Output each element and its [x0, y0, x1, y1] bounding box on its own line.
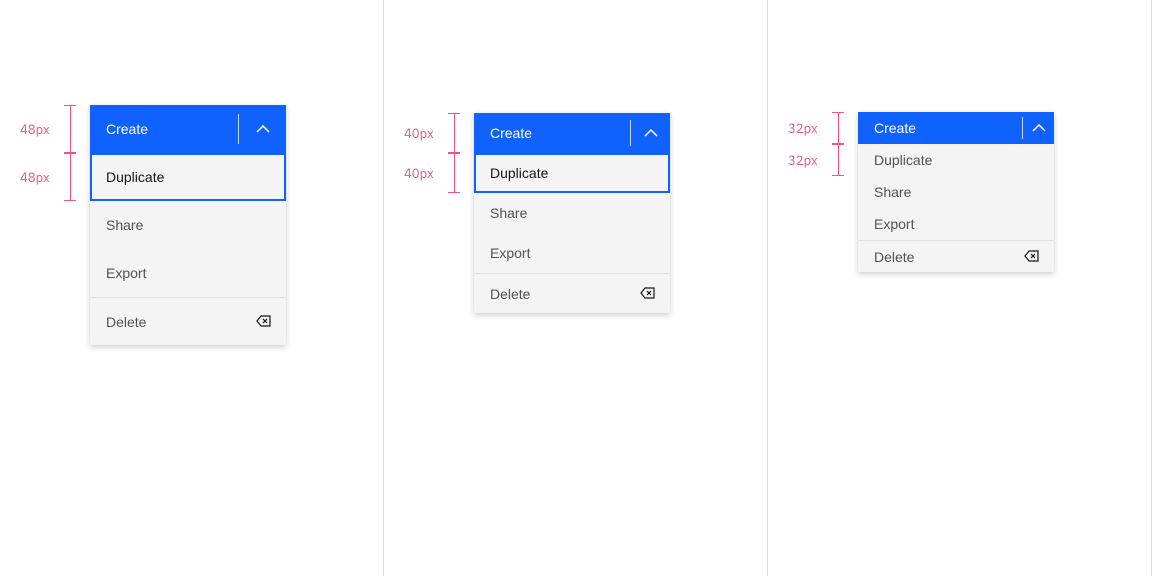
delete-icon	[1024, 249, 1040, 265]
size-variant-48: 48px 48px Create Duplicate Share	[0, 0, 384, 576]
chevron-up-icon	[1022, 117, 1054, 139]
menu: Duplicate Share Export Delete	[474, 153, 670, 313]
menu-item-label: Export	[106, 265, 146, 281]
menu-item-delete[interactable]: Delete	[90, 297, 286, 345]
create-button-label: Create	[858, 120, 916, 136]
menu-item-label: Export	[874, 216, 914, 232]
menu-item-label: Duplicate	[106, 169, 164, 185]
size-variant-32: 32px 32px Create Duplicate Share	[768, 0, 1152, 576]
menu-item-export[interactable]: Export	[474, 233, 670, 273]
menu-item-label: Delete	[874, 249, 914, 265]
menu-item-label: Delete	[490, 286, 530, 302]
create-button[interactable]: Create	[474, 113, 670, 153]
menu-item-duplicate[interactable]: Duplicate	[474, 153, 670, 193]
dimension-label: 48px	[20, 169, 50, 186]
menu-item-label: Duplicate	[490, 165, 548, 181]
menu-item-label: Duplicate	[874, 152, 932, 168]
menu: Duplicate Share Export Delete	[90, 153, 286, 345]
menu-item-label: Share	[106, 217, 143, 233]
menu-item-export[interactable]: Export	[90, 249, 286, 297]
menu-item-export[interactable]: Export	[858, 208, 1054, 240]
chevron-up-icon	[238, 114, 286, 144]
menu-item-share[interactable]: Share	[90, 201, 286, 249]
combo-button-small: Create Duplicate Share Export Delete	[858, 112, 1054, 272]
menu-item-delete[interactable]: Delete	[474, 273, 670, 313]
menu-item-share[interactable]: Share	[474, 193, 670, 233]
menu-item-label: Export	[490, 245, 530, 261]
combo-button-large: Create Duplicate Share Export Delete	[90, 105, 286, 345]
menu-item-label: Delete	[106, 314, 146, 330]
menu-item-share[interactable]: Share	[858, 176, 1054, 208]
menu: Duplicate Share Export Delete	[858, 144, 1054, 272]
menu-item-duplicate[interactable]: Duplicate	[858, 144, 1054, 176]
dimension-label: 32px	[788, 152, 818, 169]
menu-item-delete[interactable]: Delete	[858, 240, 1054, 272]
menu-item-duplicate[interactable]: Duplicate	[90, 153, 286, 201]
menu-item-label: Share	[490, 205, 527, 221]
create-button[interactable]: Create	[858, 112, 1054, 144]
chevron-up-icon	[630, 120, 670, 146]
dimension-label: 48px	[20, 121, 50, 138]
dimension-label: 40px	[404, 125, 434, 142]
menu-item-label: Share	[874, 184, 911, 200]
delete-icon	[640, 286, 656, 302]
create-button-label: Create	[90, 121, 148, 137]
dimension-label: 40px	[404, 165, 434, 182]
combo-button-medium: Create Duplicate Share Export Delete	[474, 113, 670, 313]
create-button[interactable]: Create	[90, 105, 286, 153]
size-variant-40: 40px 40px Create Duplicate Share	[384, 0, 768, 576]
delete-icon	[256, 314, 272, 330]
dimension-label: 32px	[788, 120, 818, 137]
create-button-label: Create	[474, 125, 532, 141]
